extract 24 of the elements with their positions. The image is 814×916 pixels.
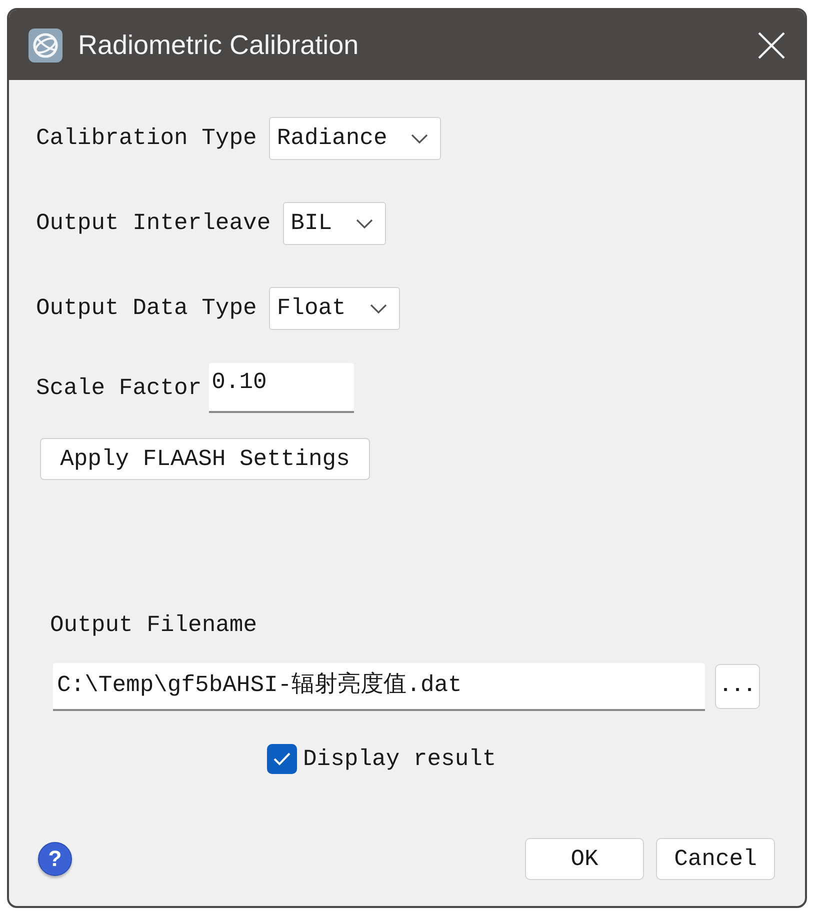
- field-label: Output Interleave: [36, 209, 271, 238]
- help-button[interactable]: ?: [38, 842, 72, 876]
- dialog-button[interactable]: OK: [525, 838, 644, 880]
- dropdown[interactable]: Float: [268, 287, 400, 330]
- field-label: Output Data Type: [36, 294, 257, 324]
- apply-settings-button[interactable]: Apply FLAASH Settings: [40, 438, 370, 480]
- dialog-button[interactable]: Cancel: [656, 838, 775, 880]
- field-label: Calibration Type: [36, 124, 257, 154]
- field-label: Scale Factor: [36, 374, 202, 403]
- scale-factor-field[interactable]: 0.10: [208, 363, 354, 413]
- close-icon[interactable]: [758, 32, 785, 58]
- window-title: Radiometric Calibration: [78, 28, 359, 62]
- dropdown[interactable]: BIL: [282, 202, 386, 245]
- chevron-down-icon: [370, 304, 387, 314]
- browse-button[interactable]: ...: [715, 664, 760, 709]
- filename-field[interactable]: C:\Temp\gf5bAHSI-辐射亮度值.dat: [53, 662, 705, 710]
- checkmark-icon: [273, 752, 291, 766]
- chevron-down-icon: [411, 134, 428, 144]
- chevron-down-icon: [356, 218, 374, 228]
- output-filename-label: Output Filename: [50, 611, 258, 640]
- checkbox[interactable]: [267, 744, 297, 774]
- display-result-label[interactable]: Display result: [303, 742, 496, 776]
- dropdown[interactable]: Radiance: [268, 117, 442, 160]
- globe-icon: [28, 28, 63, 62]
